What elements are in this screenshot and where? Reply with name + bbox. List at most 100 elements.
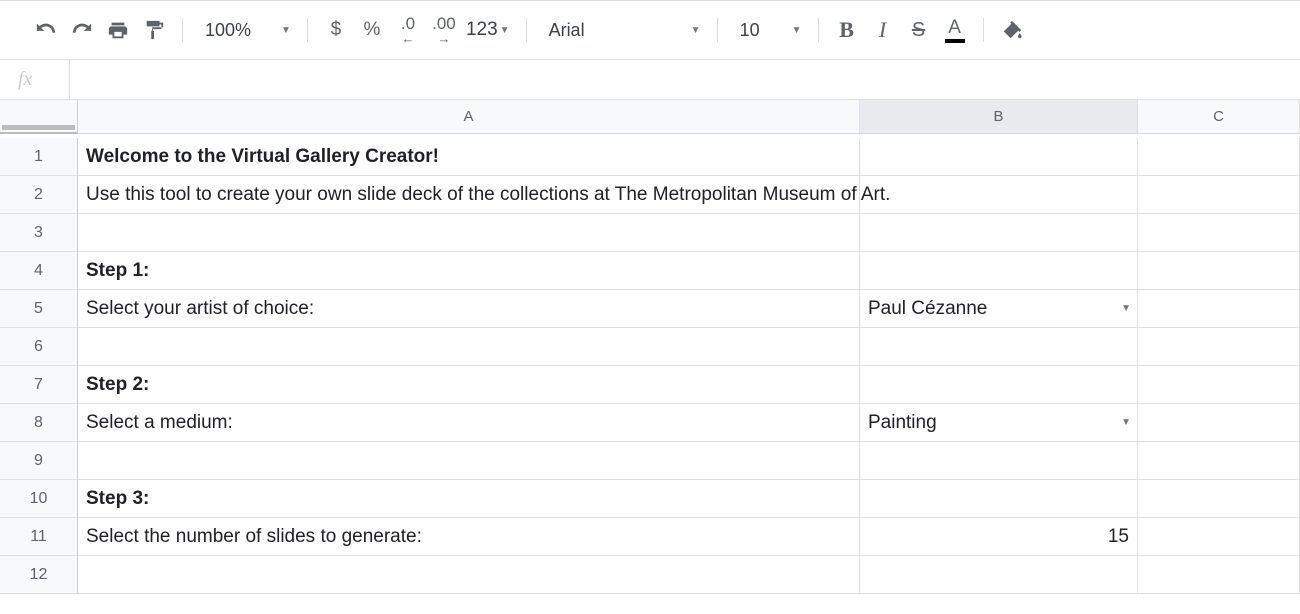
dropdown-arrow-icon: ▼ — [281, 25, 291, 36]
decrease-decimal-button[interactable]: .0 ← — [390, 12, 426, 48]
fill-bucket-icon — [999, 19, 1025, 41]
text-color-button[interactable]: A — [937, 12, 973, 48]
dropdown-arrow-icon: ▼ — [792, 25, 802, 36]
italic-button[interactable]: I — [865, 12, 901, 48]
undo-button[interactable] — [28, 12, 64, 48]
cell-A3[interactable] — [78, 214, 860, 252]
more-formats-select[interactable]: 123 ▼ — [462, 12, 516, 48]
row-header[interactable]: 5 — [0, 290, 78, 328]
select-all-corner[interactable] — [0, 100, 78, 134]
cell-C11[interactable] — [1138, 518, 1300, 556]
fx-label: fx — [18, 60, 70, 99]
cell-content: Select your artist of choice: — [86, 298, 314, 320]
row-header[interactable]: 12 — [0, 556, 78, 594]
formula-input[interactable] — [70, 60, 1300, 99]
cell-C2[interactable] — [1138, 176, 1300, 214]
cell-B11[interactable]: 15 — [860, 518, 1138, 556]
cell-C7[interactable] — [1138, 366, 1300, 404]
row-header[interactable]: 8 — [0, 404, 78, 442]
cell-B10[interactable] — [860, 480, 1138, 518]
row-header[interactable]: 9 — [0, 442, 78, 480]
cell-B3[interactable] — [860, 214, 1138, 252]
bold-button[interactable]: B — [829, 12, 865, 48]
paint-format-button[interactable] — [136, 12, 172, 48]
arrow-right-icon: → — [437, 32, 450, 45]
column-header-B[interactable]: B — [860, 100, 1138, 134]
cell-A5[interactable]: Select your artist of choice: — [78, 290, 860, 328]
zoom-select[interactable]: 100% ▼ — [193, 12, 297, 48]
cell-B8[interactable]: Painting ▼ — [860, 404, 1138, 442]
cell-A9[interactable] — [78, 442, 860, 480]
dropdown-arrow-icon[interactable]: ▼ — [1121, 303, 1131, 314]
cell-C12[interactable] — [1138, 556, 1300, 594]
toolbar-separator — [717, 18, 718, 42]
cell-C5[interactable] — [1138, 290, 1300, 328]
cell-B9[interactable] — [860, 442, 1138, 480]
cell-A7[interactable]: Step 2: — [78, 366, 860, 404]
cell-content: Step 3: — [86, 488, 149, 510]
cell-A8[interactable]: Select a medium: — [78, 404, 860, 442]
row-header[interactable]: 6 — [0, 328, 78, 366]
cell-B7[interactable] — [860, 366, 1138, 404]
column-header-A[interactable]: A — [78, 100, 860, 134]
cell-content: Painting — [868, 412, 937, 434]
strikethrough-button[interactable]: S — [901, 12, 937, 48]
cell-B5[interactable]: Paul Cézanne ▼ — [860, 290, 1138, 328]
cell-A12[interactable] — [78, 556, 860, 594]
undo-icon — [35, 19, 57, 41]
cell-A6[interactable] — [78, 328, 860, 366]
cell-A11[interactable]: Select the number of slides to generate: — [78, 518, 860, 556]
toolbar-separator — [182, 18, 183, 42]
cell-C9[interactable] — [1138, 442, 1300, 480]
cell-content: Select a medium: — [86, 412, 233, 434]
row-header[interactable]: 3 — [0, 214, 78, 252]
row-header[interactable]: 2 — [0, 176, 78, 214]
cell-C10[interactable] — [1138, 480, 1300, 518]
print-icon — [107, 19, 129, 41]
cell-A10[interactable]: Step 3: — [78, 480, 860, 518]
arrow-left-icon: ← — [401, 32, 414, 45]
dropdown-arrow-icon: ▼ — [500, 25, 510, 36]
print-button[interactable] — [100, 12, 136, 48]
cell-content: Welcome to the Virtual Gallery Creator! — [86, 146, 439, 168]
column-header-C[interactable]: C — [1138, 100, 1300, 134]
currency-format-button[interactable]: $ — [318, 12, 354, 48]
row-header[interactable]: 10 — [0, 480, 78, 518]
row-header[interactable]: 7 — [0, 366, 78, 404]
cell-B2[interactable] — [860, 176, 1138, 214]
cell-content: 15 — [1108, 526, 1129, 548]
cell-A4[interactable]: Step 1: — [78, 252, 860, 290]
row-header[interactable]: 1 — [0, 138, 78, 176]
row-header[interactable]: 11 — [0, 518, 78, 556]
font-family-value: Arial — [549, 20, 681, 41]
cell-C4[interactable] — [1138, 252, 1300, 290]
cell-C3[interactable] — [1138, 214, 1300, 252]
toolbar-separator — [307, 18, 308, 42]
formula-bar: fx — [0, 60, 1300, 100]
font-size-value: 10 — [740, 20, 782, 41]
cell-content: Step 1: — [86, 260, 149, 282]
increase-decimal-button[interactable]: .00 → — [426, 12, 462, 48]
row-header[interactable]: 4 — [0, 252, 78, 290]
fill-color-button[interactable] — [994, 12, 1030, 48]
cell-A2[interactable]: Use this tool to create your own slide d… — [78, 176, 860, 214]
cell-C8[interactable] — [1138, 404, 1300, 442]
cell-A1[interactable]: Welcome to the Virtual Gallery Creator! — [78, 138, 860, 176]
cell-B1[interactable] — [860, 138, 1138, 176]
redo-icon — [71, 19, 93, 41]
dropdown-arrow-icon[interactable]: ▼ — [1121, 417, 1131, 428]
cell-B4[interactable] — [860, 252, 1138, 290]
redo-button[interactable] — [64, 12, 100, 48]
toolbar: 100% ▼ $ % .0 ← .00 → 123 ▼ Arial ▼ 10 ▼… — [0, 0, 1300, 60]
percent-format-button[interactable]: % — [354, 12, 390, 48]
dropdown-arrow-icon: ▼ — [691, 25, 701, 36]
cell-B12[interactable] — [860, 556, 1138, 594]
toolbar-separator — [526, 18, 527, 42]
cell-B6[interactable] — [860, 328, 1138, 366]
cell-C6[interactable] — [1138, 328, 1300, 366]
more-formats-label: 123 — [466, 19, 498, 41]
font-family-select[interactable]: Arial ▼ — [537, 12, 707, 48]
font-size-select[interactable]: 10 ▼ — [728, 12, 808, 48]
cell-content: Step 2: — [86, 374, 149, 396]
cell-C1[interactable] — [1138, 138, 1300, 176]
